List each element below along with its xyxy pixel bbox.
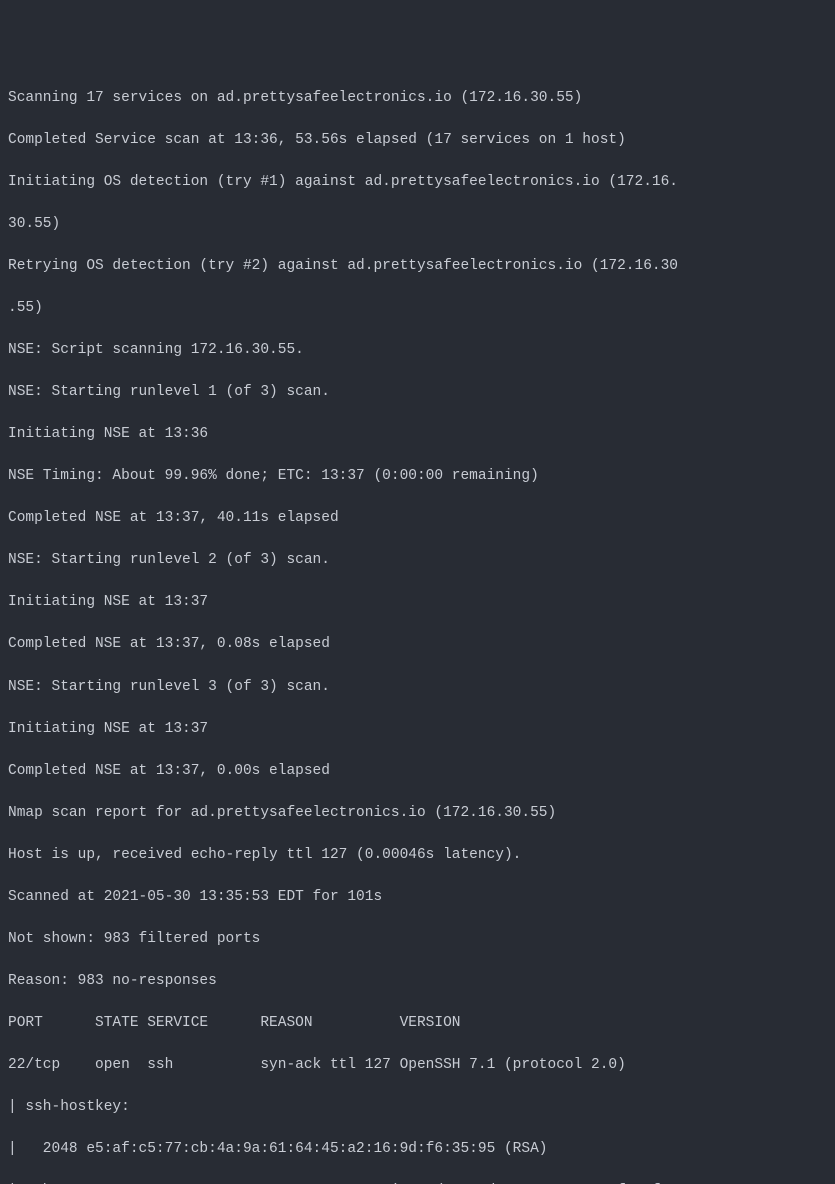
nse-runlevel1-start-line: NSE: Starting runlevel 1 (of 3) scan. bbox=[8, 382, 827, 403]
reason-line: Reason: 983 no-responses bbox=[8, 971, 827, 992]
nse-init1-line: Initiating NSE at 13:36 bbox=[8, 424, 827, 445]
nse-complete1-line: Completed NSE at 13:37, 40.11s elapsed bbox=[8, 508, 827, 529]
os-detection-try1-line: Initiating OS detection (try #1) against… bbox=[8, 172, 827, 193]
nse-init2-line: Initiating NSE at 13:37 bbox=[8, 592, 827, 613]
port-22-line: 22/tcp open ssh syn-ack ttl 127 OpenSSH … bbox=[8, 1055, 827, 1076]
nse-complete2-line: Completed NSE at 13:37, 0.08s elapsed bbox=[8, 634, 827, 655]
scan-status-line: Scanning 17 services on ad.prettysafeele… bbox=[8, 88, 827, 109]
nse-complete3-line: Completed NSE at 13:37, 0.00s elapsed bbox=[8, 761, 827, 782]
os-detection-try1-cont-line: 30.55) bbox=[8, 214, 827, 235]
nse-timing-line: NSE Timing: About 99.96% done; ETC: 13:3… bbox=[8, 466, 827, 487]
scanned-at-line: Scanned at 2021-05-30 13:35:53 EDT for 1… bbox=[8, 887, 827, 908]
service-scan-complete-line: Completed Service scan at 13:36, 53.56s … bbox=[8, 130, 827, 151]
host-up-line: Host is up, received echo-reply ttl 127 … bbox=[8, 845, 827, 866]
ssh-rsa-key-line: | ssh-rsa AAAAB3NzaC1yc2EAAAADAQABAAABAQ… bbox=[8, 1181, 827, 1184]
port-header-line: PORT STATE SERVICE REASON VERSION bbox=[8, 1013, 827, 1034]
nse-init3-line: Initiating NSE at 13:37 bbox=[8, 719, 827, 740]
ssh-rsa-fingerprint-line: | 2048 e5:af:c5:77:cb:4a:9a:61:64:45:a2:… bbox=[8, 1139, 827, 1160]
os-detection-try2-line: Retrying OS detection (try #2) against a… bbox=[8, 256, 827, 277]
nse-runlevel2-start-line: NSE: Starting runlevel 2 (of 3) scan. bbox=[8, 550, 827, 571]
nmap-report-line: Nmap scan report for ad.prettysafeelectr… bbox=[8, 803, 827, 824]
not-shown-line: Not shown: 983 filtered ports bbox=[8, 929, 827, 950]
nse-runlevel3-start-line: NSE: Starting runlevel 3 (of 3) scan. bbox=[8, 677, 827, 698]
os-detection-try2-cont-line: .55) bbox=[8, 298, 827, 319]
ssh-hostkey-line: | ssh-hostkey: bbox=[8, 1097, 827, 1118]
nse-script-scanning-line: NSE: Script scanning 172.16.30.55. bbox=[8, 340, 827, 361]
